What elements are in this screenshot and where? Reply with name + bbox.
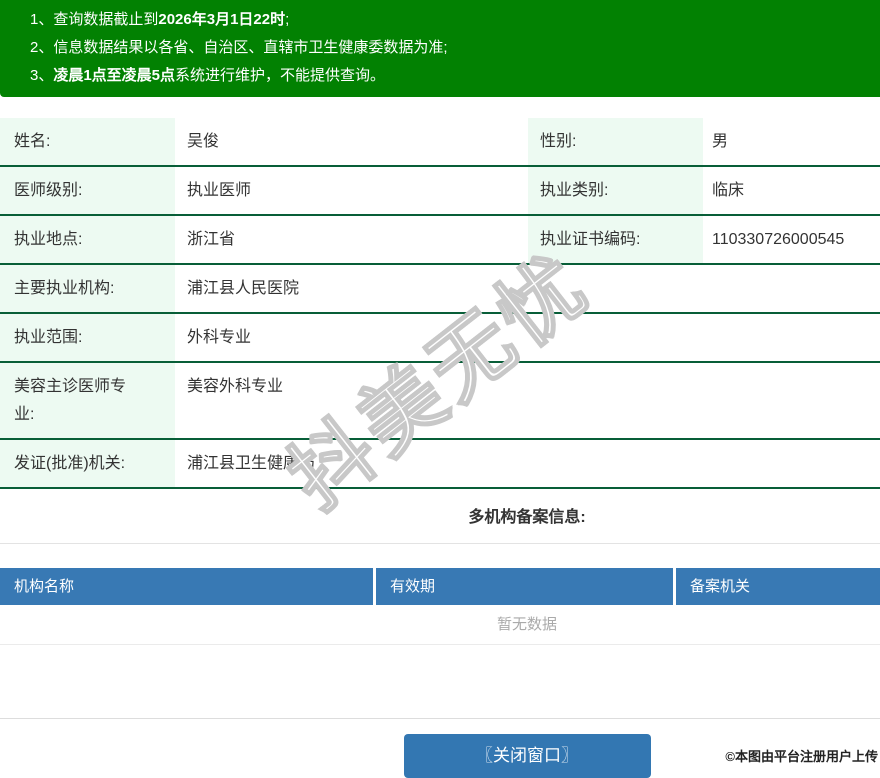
cosmetic-chief-specialty-value: 美容外科专业 <box>187 378 284 395</box>
notice-text: 信息数据结果以各省、自治区、直辖市卫生健康委数据为准; <box>53 39 448 56</box>
section-divider <box>0 543 880 544</box>
gender-value: 男 <box>712 133 729 150</box>
practice-location-value: 浙江省 <box>187 231 236 248</box>
table-row: 美容主诊医师专业: 美容外科专业 <box>0 363 880 440</box>
practice-category-label: 执业类别: <box>528 167 703 214</box>
column-header-institution-name: 机构名称 <box>0 568 376 605</box>
notice-bold-text: 凌晨1点至凌晨5点 <box>53 67 176 84</box>
notice-number: 3、 <box>30 67 54 84</box>
column-header-filing-authority: 备案机关 <box>676 568 880 605</box>
issuing-authority-value: 浦江县卫生健康局 <box>187 455 316 472</box>
practice-scope-label: 执业范围: <box>0 314 175 361</box>
doctor-level-label: 医师级别: <box>0 167 175 214</box>
practice-category-value: 临床 <box>712 182 745 199</box>
table-row: 姓名: 吴俊 性别: 男 <box>0 118 880 167</box>
gender-label: 性别: <box>528 118 703 165</box>
practice-location-label: 执业地点: <box>0 216 175 263</box>
page-content: 1、查询数据截止到2026年3月1日22时; 2、信息数据结果以各省、自治区、直… <box>0 0 880 778</box>
cosmetic-chief-specialty-label: 美容主诊医师专业: <box>0 363 175 438</box>
footer-divider <box>0 718 880 719</box>
doctor-level-value: 执业医师 <box>187 182 252 199</box>
notice-banner: 1、查询数据截止到2026年3月1日22时; 2、信息数据结果以各省、自治区、直… <box>0 0 880 97</box>
notice-text: 系统进行维护，不能提供查询。 <box>175 67 386 84</box>
notice-number: 1、 <box>30 11 54 28</box>
issuing-authority-label: 发证(批准)机关: <box>0 440 175 487</box>
main-institution-value: 浦江县人民医院 <box>187 280 300 297</box>
no-data-message: 暂无数据 <box>0 605 880 645</box>
notice-number: 2、 <box>30 39 54 56</box>
notice-bold-text: 2026年3月1日22时 <box>158 11 286 28</box>
table-row: 医师级别: 执业医师 执业类别: 临床 <box>0 167 880 216</box>
filing-table-header: 机构名称 有效期 备案机关 <box>0 568 880 605</box>
name-label: 姓名: <box>0 118 175 165</box>
name-value: 吴俊 <box>187 133 220 150</box>
notice-line-1: 1、查询数据截止到2026年3月1日22时; <box>30 6 880 34</box>
notice-line-3: 3、凌晨1点至凌晨5点系统进行维护，不能提供查询。 <box>30 62 880 90</box>
certificate-number-value: 110330726000545 <box>712 231 845 248</box>
table-row: 主要执业机构: 浦江县人民医院 <box>0 265 880 314</box>
close-window-button[interactable]: 〖关闭窗口〗 <box>403 734 651 778</box>
doctor-info-table: 姓名: 吴俊 性别: 男 医师级别: 执业医师 执业类别: 临床 执业地点: 浙… <box>0 118 880 489</box>
table-row: 执业地点: 浙江省 执业证书编码: 110330726000545 <box>0 216 880 265</box>
table-row: 执业范围: 外科专业 <box>0 314 880 363</box>
practice-scope-value: 外科专业 <box>187 329 252 346</box>
filing-section-title: 多机构备案信息: <box>468 509 586 526</box>
main-institution-label: 主要执业机构: <box>0 265 175 312</box>
notice-text: 查询数据截止到 <box>53 11 159 28</box>
notice-line-2: 2、信息数据结果以各省、自治区、直辖市卫生健康委数据为准; <box>30 34 880 62</box>
copyright-watermark: ©本图由平台注册用户上传 <box>725 749 878 764</box>
column-header-validity-period: 有效期 <box>376 568 676 605</box>
notice-text: ; <box>285 11 290 28</box>
table-row: 发证(批准)机关: 浦江县卫生健康局 <box>0 440 880 489</box>
certificate-number-label: 执业证书编码: <box>528 216 703 263</box>
